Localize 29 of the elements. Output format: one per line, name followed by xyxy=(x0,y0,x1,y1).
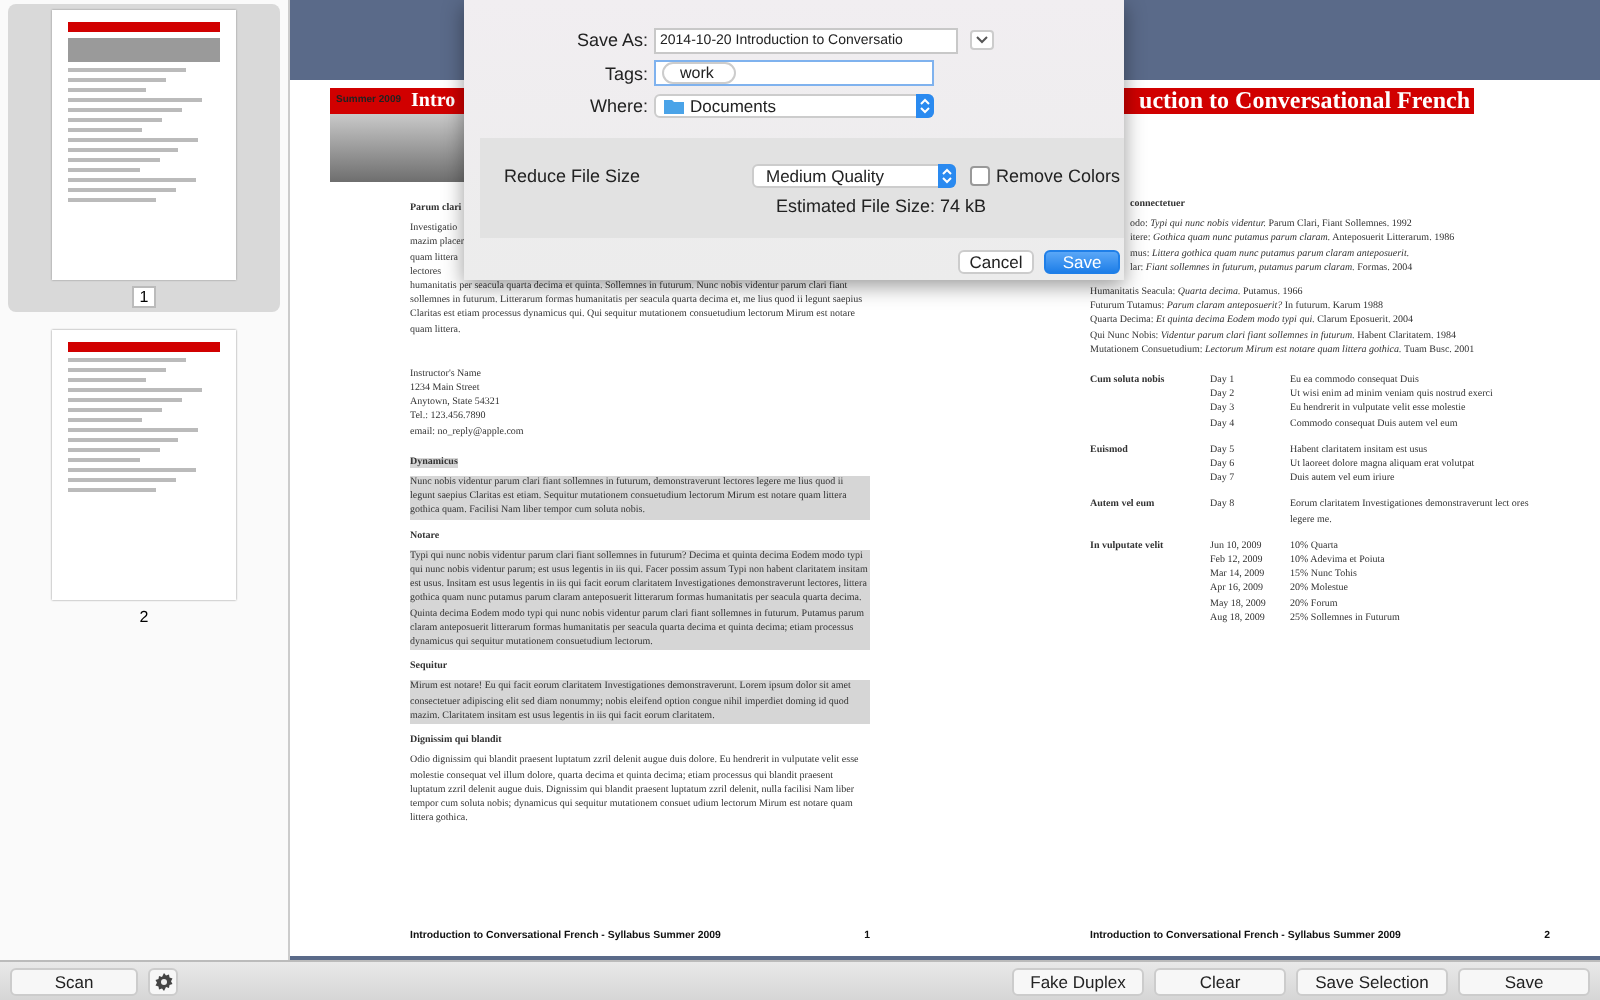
toolbar-button[interactable]: Save Selection xyxy=(1296,967,1448,995)
checkbox-label[interactable]: Remove Colors xyxy=(996,165,1121,185)
field-label: Tags: xyxy=(602,63,650,83)
estimate-text: Estimated File Size: 74 kB xyxy=(776,195,989,215)
banner-title: Intro xyxy=(411,88,456,114)
settings-icon xyxy=(153,971,173,991)
scan-button[interactable]: Scan xyxy=(10,967,138,995)
location-popup[interactable]: Documents xyxy=(654,94,934,118)
tag-token[interactable]: work xyxy=(662,62,736,84)
option-label: Reduce File Size xyxy=(504,165,643,185)
banner-title: uction to Conversational French xyxy=(1139,88,1470,114)
settings-button[interactable] xyxy=(148,967,178,995)
toolbar-button[interactable]: Fake Duplex xyxy=(1012,967,1144,995)
page-number: 2 xyxy=(137,606,151,628)
field-label: Save As: xyxy=(574,30,650,50)
cancel-button[interactable]: Cancel xyxy=(958,249,1034,273)
stepper-icon xyxy=(916,94,934,118)
page-thumbnail-item[interactable]: 2 xyxy=(8,324,280,632)
chevron-down-icon xyxy=(976,36,988,44)
quality-popup[interactable]: Medium Quality xyxy=(752,163,956,187)
toolbar-button[interactable]: Clear xyxy=(1154,967,1286,995)
field-label: Where: xyxy=(587,96,650,116)
tags-field[interactable]: work xyxy=(654,60,934,86)
stepper-icon xyxy=(938,163,956,187)
expand-button[interactable] xyxy=(970,30,994,50)
page-number: 1 xyxy=(131,286,157,308)
toolbar-button[interactable]: Save xyxy=(1458,967,1590,995)
checkbox[interactable] xyxy=(970,165,990,185)
page-thumbnail-item[interactable]: 1 xyxy=(8,4,280,312)
